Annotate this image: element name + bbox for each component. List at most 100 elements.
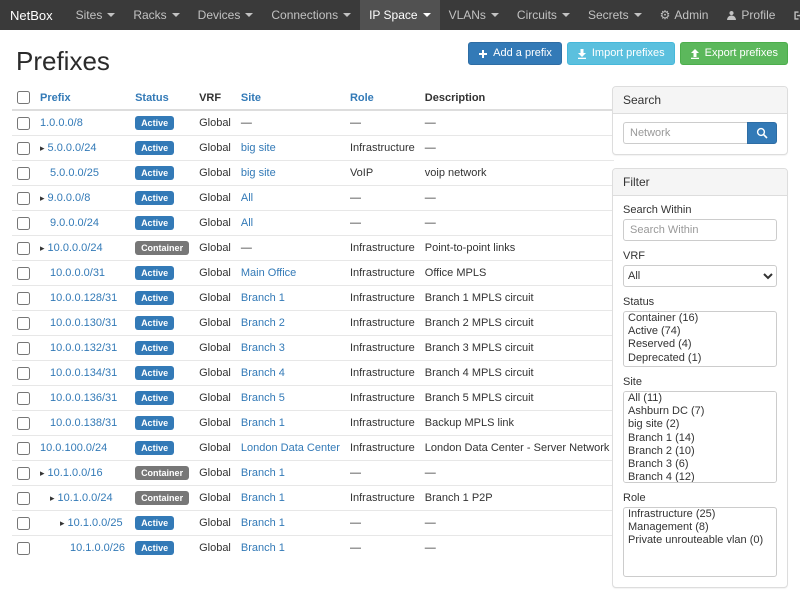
site-link[interactable]: All [241,192,253,204]
prefix-link[interactable]: 9.0.0.0/24 [50,217,99,229]
status-badge: Active [135,541,174,555]
site-link[interactable]: All [241,217,253,229]
brand-logo[interactable]: NetBox [0,0,67,30]
prefix-link[interactable]: 9.0.0.0/8 [48,192,91,204]
column-header-site[interactable]: Site [241,92,261,104]
site-link[interactable]: London Data Center [241,442,340,454]
prefix-link[interactable]: 10.0.0.132/31 [50,342,117,354]
site-link[interactable]: Branch 5 [241,392,285,404]
search-button[interactable] [747,122,777,144]
prefix-link[interactable]: 1.0.0.0/8 [40,117,83,129]
prefix-link[interactable]: 10.1.0.0/25 [68,517,123,529]
nav-item-connections[interactable]: Connections [262,0,360,30]
search-within-input[interactable] [623,219,777,241]
site-link[interactable]: Main Office [241,267,296,279]
nav-item-label: Racks [133,8,166,22]
import-prefixes-button[interactable]: Import prefixes [567,42,675,65]
prefix-link[interactable]: 10.0.0.128/31 [50,292,117,304]
site-link[interactable]: big site [241,167,276,179]
profile-link[interactable]: Profile [717,0,784,30]
filter-option[interactable]: Container (16) [624,312,776,325]
logout-link[interactable]: Log out [784,0,800,30]
site-link[interactable]: Branch 2 [241,317,285,329]
admin-link[interactable]: ⚙Admin [651,0,718,30]
site-link[interactable]: Branch 1 [241,467,285,479]
filter-panel-title: Filter [613,169,787,196]
nav-item-racks[interactable]: Racks [124,0,188,30]
filter-option[interactable]: Branch 4 (12) [624,471,776,483]
row-checkbox[interactable] [17,117,30,130]
role-filter-select[interactable]: Infrastructure (25)Management (8)Private… [623,507,777,577]
row-checkbox[interactable] [17,417,30,430]
filter-option[interactable]: Active (74) [624,325,776,338]
prefix-link[interactable]: 5.0.0.0/24 [48,142,97,154]
row-checkbox[interactable] [17,542,30,555]
export-prefixes-button[interactable]: Export prefixes [680,42,788,65]
nav-item-ip-space[interactable]: IP Space [360,0,439,30]
row-checkbox[interactable] [17,317,30,330]
prefix-link[interactable]: 10.0.0.134/31 [50,367,117,379]
column-header-prefix[interactable]: Prefix [40,92,71,104]
filter-option[interactable]: Branch 1 (14) [624,432,776,445]
row-checkbox[interactable] [17,367,30,380]
prefix-link[interactable]: 10.0.0.136/31 [50,392,117,404]
nav-item-sites[interactable]: Sites [67,0,125,30]
search-input[interactable] [623,122,747,144]
nav-item-devices[interactable]: Devices [189,0,263,30]
prefix-link[interactable]: 5.0.0.0/25 [50,167,99,179]
row-checkbox[interactable] [17,217,30,230]
row-checkbox[interactable] [17,342,30,355]
filter-option[interactable]: Ashburn DC (7) [624,405,776,418]
filter-option[interactable]: Private unrouteable vlan (0) [624,534,776,547]
filter-option[interactable]: Reserved (4) [624,338,776,351]
row-checkbox[interactable] [17,292,30,305]
row-checkbox[interactable] [17,242,30,255]
prefix-link[interactable]: 10.1.0.0/16 [48,467,103,479]
row-checkbox[interactable] [17,192,30,205]
row-checkbox[interactable] [17,142,30,155]
status-filter-select[interactable]: Container (16)Active (74)Reserved (4)Dep… [623,311,777,367]
row-checkbox[interactable] [17,392,30,405]
vrf-cell: Global [194,436,236,461]
prefix-link[interactable]: 10.0.0.0/24 [48,242,103,254]
prefix-link[interactable]: 10.0.100.0/24 [40,442,107,454]
vrf-filter-select[interactable]: All [623,265,777,287]
site-link[interactable]: Branch 3 [241,342,285,354]
filter-option[interactable]: Branch 3 (6) [624,458,776,471]
row-checkbox[interactable] [17,467,30,480]
select-all-checkbox[interactable] [17,91,30,104]
row-checkbox[interactable] [17,267,30,280]
row-checkbox[interactable] [17,517,30,530]
column-header-status[interactable]: Status [135,92,169,104]
nav-item-vlans[interactable]: VLANs [440,0,508,30]
filter-option[interactable]: Infrastructure (25) [624,508,776,521]
site-filter-select[interactable]: All (11)Ashburn DC (7)big site (2)Branch… [623,391,777,483]
site-link[interactable]: Branch 1 [241,417,285,429]
filter-option[interactable]: All (11) [624,392,776,405]
site-link[interactable]: Branch 1 [241,542,285,554]
nav-item-secrets[interactable]: Secrets [579,0,651,30]
site-link[interactable]: Branch 1 [241,292,285,304]
filter-option[interactable]: big site (2) [624,418,776,431]
row-checkbox[interactable] [17,442,30,455]
chevron-down-icon [172,13,180,17]
prefix-link[interactable]: 10.1.0.0/26 [70,542,125,554]
prefix-link[interactable]: 10.0.0.0/31 [50,267,105,279]
row-checkbox[interactable] [17,492,30,505]
filter-option[interactable]: Branch 2 (10) [624,445,776,458]
description-cell: Branch 1 MPLS circuit [420,286,615,311]
prefix-link[interactable]: 10.1.0.0/24 [58,492,113,504]
prefix-link[interactable]: 10.0.0.138/31 [50,417,117,429]
site-link[interactable]: big site [241,142,276,154]
site-link[interactable]: Branch 1 [241,492,285,504]
row-checkbox[interactable] [17,167,30,180]
filter-option[interactable]: Management (8) [624,521,776,534]
nav-item-circuits[interactable]: Circuits [508,0,579,30]
filter-option[interactable]: Deprecated (1) [624,352,776,365]
site-link[interactable]: Branch 1 [241,517,285,529]
prefix-link[interactable]: 10.0.0.130/31 [50,317,117,329]
vrf-cell: Global [194,311,236,336]
site-link[interactable]: Branch 4 [241,367,285,379]
add-prefix-button[interactable]: Add a prefix [468,42,562,65]
column-header-role[interactable]: Role [350,92,374,104]
